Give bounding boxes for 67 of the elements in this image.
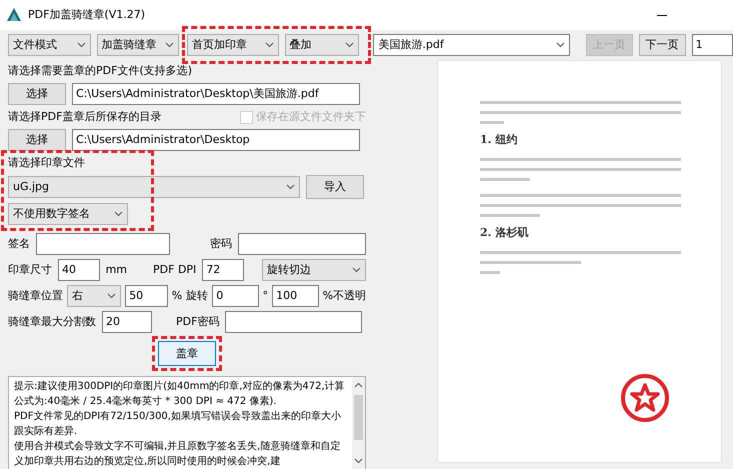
field-label: 旋转: [186, 288, 208, 304]
hint-paragraph: 使用合并模式会导致文字不可编辑,并且原数字签名丢失,随意骑缝章和自定义加印章共用右边的预览定位,所以同时使用的时候会冲突,建: [14, 440, 342, 469]
field-label: 请选择印章文件: [8, 155, 85, 171]
dropdown[interactable]: 右: [67, 285, 122, 307]
select-button[interactable]: 导入: [306, 175, 364, 199]
window-title: PDF加盖骑缝章(V1.27): [28, 7, 146, 23]
chevron-down-icon: [352, 267, 361, 273]
checkbox-label: 保存在源文件文件夹下: [256, 109, 366, 125]
scrollbar[interactable]: [352, 377, 365, 469]
field-label: PDF密码: [176, 314, 220, 330]
field-label: 请选择需要盖章的PDF文件(支持多选): [8, 63, 192, 79]
dropdown[interactable]: 美国旅游.pdf: [373, 34, 570, 56]
field-label: 密码: [210, 236, 232, 252]
field-label: 请选择PDF盖章后所保存的目录: [8, 109, 162, 125]
field-label: °: [262, 288, 268, 304]
text-line: [480, 271, 500, 274]
field-label: %: [172, 288, 182, 304]
input-field[interactable]: 50: [125, 285, 168, 307]
chevron-down-icon: [345, 42, 354, 48]
stamp-button[interactable]: 盖章: [158, 341, 216, 366]
app-icon: [6, 7, 22, 23]
annotation-frame: [152, 336, 222, 371]
chevron-down-icon: [556, 42, 565, 48]
chevron-down-icon: [107, 293, 116, 299]
dropdown[interactable]: 不使用数字签名: [8, 203, 128, 225]
input-field[interactable]: [225, 311, 362, 333]
chevron-down-icon: [76, 42, 86, 48]
field-label: 骑缝章最大分割数: [8, 314, 96, 330]
section-heading: 2. 洛杉矶: [480, 225, 530, 241]
scroll-down-icon[interactable]: [354, 458, 363, 464]
chevron-down-icon: [264, 42, 274, 48]
dropdown[interactable]: 首页加印章: [187, 34, 279, 56]
input-field[interactable]: 0: [212, 285, 259, 307]
chevron-down-icon: [286, 184, 295, 190]
select-button[interactable]: 选择: [8, 83, 66, 105]
dropdown[interactable]: 加盖骑缝章: [96, 34, 180, 56]
input-field[interactable]: [238, 233, 366, 255]
hint-paragraph: PDF文件常见的DPI有72/150/300,如果填写错误会导致盖出来的印章大小跟实际有差异.: [14, 410, 342, 439]
chevron-down-icon: [114, 211, 123, 217]
input-field[interactable]: 20: [102, 311, 152, 333]
field-label: PDF DPI: [153, 262, 196, 278]
dropdown[interactable]: 旋转切边: [262, 259, 366, 281]
field-label: %不透明: [322, 288, 366, 304]
dropdown[interactable]: uG.jpg: [8, 176, 300, 198]
dropdown[interactable]: 文件模式: [8, 34, 91, 56]
input-field[interactable]: [36, 233, 170, 255]
page-button[interactable]: 下一页: [638, 34, 686, 56]
hint-paragraph: 提示:建议使用300DPI的印章图片(如40mm的印章,对应的像素为472,计算公式为:40毫米 / 25.4毫米每英寸 * 300 DPI ≈ 472 像素).: [14, 380, 346, 409]
input-field[interactable]: 40: [58, 259, 100, 281]
select-button[interactable]: 选择: [8, 129, 66, 151]
field-label: mm: [106, 262, 128, 278]
chevron-down-icon: [165, 42, 174, 48]
page-field[interactable]: 1: [692, 34, 733, 56]
field-label: 骑缝章位置: [8, 288, 63, 304]
field-label: 印章尺寸: [8, 262, 52, 278]
scroll-up-icon[interactable]: [354, 382, 363, 388]
dropdown[interactable]: 叠加: [284, 34, 360, 56]
text-line: [480, 178, 530, 181]
input-field[interactable]: 72: [202, 259, 244, 281]
field-label: 签名: [8, 236, 30, 252]
minimize-icon[interactable]: [657, 14, 667, 16]
text-line: [480, 121, 504, 124]
section-heading: 1. 纽约: [480, 132, 518, 148]
input-field[interactable]: C:\Users\Administrator\Desktop: [72, 129, 360, 151]
input-field[interactable]: C:\Users\Administrator\Desktop\美国旅游.pdf: [72, 83, 360, 105]
text-line: [480, 214, 540, 217]
input-field[interactable]: 100: [272, 285, 319, 307]
